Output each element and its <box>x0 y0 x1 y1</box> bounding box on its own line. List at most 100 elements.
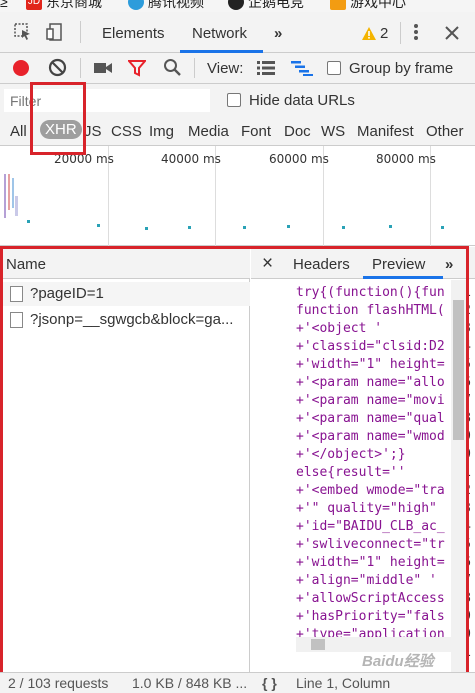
view-label: View: <box>207 60 244 77</box>
divider <box>80 21 81 43</box>
type-other[interactable]: Other <box>426 123 464 140</box>
warnings-counter[interactable]: 2 <box>361 25 388 42</box>
bookmark-tencent-video[interactable]: 腾讯视频 <box>128 0 204 10</box>
kebab-menu-icon[interactable] <box>408 22 424 45</box>
record-icon <box>13 60 29 76</box>
tab-preview[interactable]: Preview <box>372 256 425 273</box>
vertical-scrollbar[interactable] <box>451 280 466 672</box>
request-bar <box>8 174 10 210</box>
screenshot-button[interactable] <box>93 60 113 79</box>
code-line: +'allowScriptAccess <box>296 591 445 606</box>
devtools-tab-bar: Elements Network » 2 <box>0 12 475 53</box>
code-line: +'<embed wmode="tra <box>296 483 445 498</box>
jd-icon: JD <box>26 0 42 10</box>
filter-toggle-button[interactable] <box>126 59 148 80</box>
close-detail-button[interactable]: × <box>262 253 273 275</box>
transfer-size: 1.0 KB / 848 KB ... <box>132 675 248 691</box>
tick-label: 40000 ms <box>161 152 221 166</box>
request-list: Name ?pageID=1 ?jsonp=__sgwgcb&block=ga.… <box>0 247 250 672</box>
tab-headers[interactable]: Headers <box>293 256 350 273</box>
detail-tab-bar: × Headers Preview » <box>251 247 475 279</box>
resource-type-filter: All XHR JS CSS Img Media Font Doc WS Man… <box>0 117 475 146</box>
type-js[interactable]: JS <box>84 123 102 140</box>
request-dot <box>243 226 246 229</box>
scrollbar-thumb[interactable] <box>453 300 464 440</box>
clear-button[interactable] <box>48 58 67 80</box>
request-dot <box>441 226 444 229</box>
group-by-frame-checkbox[interactable] <box>327 61 341 75</box>
file-icon <box>10 312 23 328</box>
group-by-frame-label: Group by frame <box>349 60 454 77</box>
network-toolbar: View: Group by frame <box>0 53 475 84</box>
code-line: try{(function(){fun <box>296 285 445 300</box>
tick-label: 80000 ms <box>376 152 436 166</box>
type-font[interactable]: Font <box>241 123 271 140</box>
filter-input[interactable] <box>4 89 210 112</box>
bookmark-partial[interactable]: ≥ <box>0 0 8 10</box>
bookmark-game-center[interactable]: 游戏中心 <box>330 0 406 10</box>
device-toolbar-icon[interactable] <box>45 22 65 45</box>
type-css[interactable]: CSS <box>111 123 142 140</box>
cursor-position: Line 1, Column <box>296 675 391 691</box>
hide-data-urls-checkbox[interactable] <box>227 93 241 107</box>
large-rows-toggle[interactable] <box>257 60 275 79</box>
divider <box>80 58 81 78</box>
watermark: Baidu经验 <box>362 653 434 670</box>
divider <box>194 58 195 78</box>
type-ws[interactable]: WS <box>321 123 345 140</box>
overview-toggle[interactable] <box>291 60 313 79</box>
warning-count: 2 <box>380 25 389 42</box>
request-detail: × Headers Preview » 1 try{(function(){fun… <box>251 247 475 672</box>
tab-network[interactable]: Network <box>192 25 247 42</box>
warning-icon <box>362 27 376 40</box>
code-line: +'" quality="high" <box>296 501 445 516</box>
code-line: +'width="1" height= <box>296 357 445 372</box>
request-dot <box>188 226 191 229</box>
filter-bar: Hide data URLs <box>0 84 475 117</box>
pretty-print-button[interactable]: { } <box>262 675 277 691</box>
tab-elements[interactable]: Elements <box>102 25 165 42</box>
code-line: +'align="middle" ' <box>296 573 437 588</box>
inspect-element-icon[interactable] <box>13 22 33 45</box>
request-dot <box>97 224 100 227</box>
more-detail-tabs-button[interactable]: » <box>445 256 453 273</box>
type-img[interactable]: Img <box>149 123 174 140</box>
status-bar: 2 / 103 requests 1.0 KB / 848 KB ... { }… <box>0 672 475 693</box>
bookmark-label: 游戏中心 <box>350 0 406 10</box>
type-all[interactable]: All <box>10 123 27 140</box>
request-row[interactable]: ?jsonp=__sgwgcb&block=ga... <box>0 308 250 332</box>
bookmark-jd[interactable]: JD 东京商城 <box>26 0 102 10</box>
bookmark-label: 东京商城 <box>46 0 102 10</box>
type-xhr[interactable]: XHR <box>40 120 82 139</box>
tick-label: 20000 ms <box>54 152 114 166</box>
type-media[interactable]: Media <box>188 123 229 140</box>
request-count: 2 / 103 requests <box>8 675 109 691</box>
list-view-icon <box>257 61 275 75</box>
code-line: +'<param name="allo <box>296 375 445 390</box>
network-overview[interactable]: 20000 ms 40000 ms 60000 ms 80000 ms <box>0 146 475 246</box>
preview-code-view[interactable]: 1 try{(function(){fun 2 function flashHTML(… <box>251 280 475 672</box>
request-row[interactable]: ?pageID=1 <box>0 282 250 306</box>
type-doc[interactable]: Doc <box>284 123 311 140</box>
code-line: +'width="1" height= <box>296 555 445 570</box>
search-icon <box>164 59 181 76</box>
hide-data-urls-label: Hide data URLs <box>249 92 355 109</box>
game-center-icon <box>330 0 346 10</box>
code-line: +'<param name="movi <box>296 393 445 408</box>
request-dot <box>389 225 392 228</box>
request-dot <box>145 227 148 230</box>
bookmark-egame[interactable]: 企鹅电竞 <box>228 0 304 10</box>
search-button[interactable] <box>163 58 182 80</box>
code-line: else{result='' <box>296 465 406 480</box>
request-name: ?jsonp=__sgwgcb&block=ga... <box>30 311 234 328</box>
tick-label: 60000 ms <box>269 152 329 166</box>
record-button[interactable] <box>12 59 30 80</box>
request-bar <box>4 174 6 218</box>
scrollbar-thumb[interactable] <box>311 639 325 650</box>
active-tab-indicator <box>363 276 443 279</box>
code-line: +'swliveconnect="tr <box>296 537 445 552</box>
more-tabs-button[interactable]: » <box>274 25 282 42</box>
name-column-header[interactable]: Name <box>0 247 250 279</box>
close-icon[interactable] <box>443 22 461 45</box>
type-manifest[interactable]: Manifest <box>357 123 414 140</box>
